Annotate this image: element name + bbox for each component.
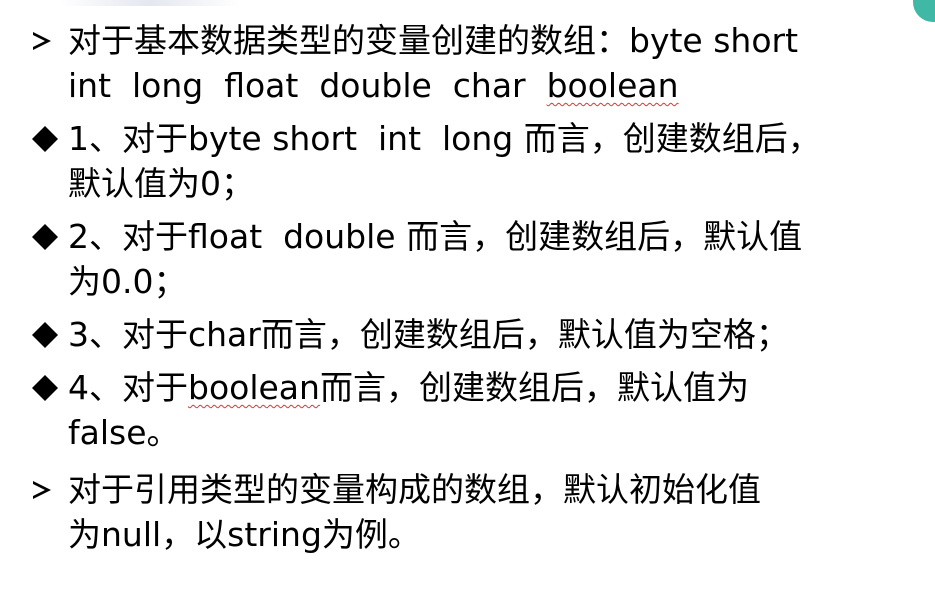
bullet-item-reference-arrays: 对于引用类型的变量构成的数组，默认初始化值 为null，以string为例。 — [30, 467, 900, 557]
item-text: false。 — [68, 413, 180, 452]
bullet-list: 对于基本数据类型的变量创建的数组：byte short int long flo… — [30, 18, 900, 557]
diamond-icon — [30, 365, 66, 410]
item-text: 而言，创建数组后，默认值为 — [319, 368, 749, 407]
item-line: 对于引用类型的变量构成的数组，默认初始化值 — [68, 467, 900, 512]
item-line: 对于基本数据类型的变量创建的数组：byte short — [68, 18, 900, 63]
item-line: 为0.0； — [68, 259, 900, 304]
bullet-item-float-defaults: 2、对于float double 而言，创建数组后，默认值 为0.0； — [30, 214, 900, 304]
item-line: false。 — [68, 410, 900, 455]
item-text: 默认值为0； — [68, 164, 254, 203]
bullet-item-char-defaults: 3、对于char而言，创建数组后，默认值为空格； — [30, 312, 900, 357]
item-line: 默认值为0； — [68, 161, 900, 206]
item-text: 4、对于 — [68, 368, 188, 407]
bullet-item-boolean-defaults: 4、对于boolean而言，创建数组后，默认值为 false。 — [30, 365, 900, 455]
diamond-icon — [30, 312, 66, 357]
arrow-icon — [30, 467, 66, 512]
item-text: int long float double char — [68, 66, 547, 105]
slide: 对于基本数据类型的变量创建的数组：byte short int long flo… — [0, 0, 935, 606]
item-text: 对于基本数据类型的变量创建的数组：byte short — [68, 21, 799, 60]
diamond-icon — [30, 116, 66, 161]
item-text: 为null，以string为例。 — [68, 515, 421, 554]
item-line: 3、对于char而言，创建数组后，默认值为空格； — [68, 312, 900, 357]
item-line: 4、对于boolean而言，创建数组后，默认值为 — [68, 365, 900, 410]
item-line: 2、对于float double 而言，创建数组后，默认值 — [68, 214, 900, 259]
top-decoration — [60, 0, 240, 6]
arrow-icon — [30, 18, 66, 63]
item-line: int long float double char boolean — [68, 63, 900, 108]
item-line: 1、对于byte short int long 而言，创建数组后， — [68, 116, 900, 161]
spellcheck-word: boolean — [188, 368, 320, 407]
item-line: 为null，以string为例。 — [68, 512, 900, 557]
item-text: 为0.0； — [68, 262, 187, 301]
diamond-icon — [30, 214, 66, 259]
bullet-item-integer-defaults: 1、对于byte short int long 而言，创建数组后， 默认值为0； — [30, 116, 900, 206]
bullet-item-primitive-arrays: 对于基本数据类型的变量创建的数组：byte short int long flo… — [30, 18, 900, 108]
item-text: 对于引用类型的变量构成的数组，默认初始化值 — [68, 470, 761, 509]
item-text: 1、对于byte short int long 而言，创建数组后， — [68, 119, 821, 158]
spellcheck-word: boolean — [546, 66, 679, 105]
item-text: 3、对于char而言，创建数组后，默认值为空格； — [68, 315, 789, 354]
corner-accent — [913, 0, 935, 22]
item-text: 2、对于float double 而言，创建数组后，默认值 — [68, 217, 803, 256]
